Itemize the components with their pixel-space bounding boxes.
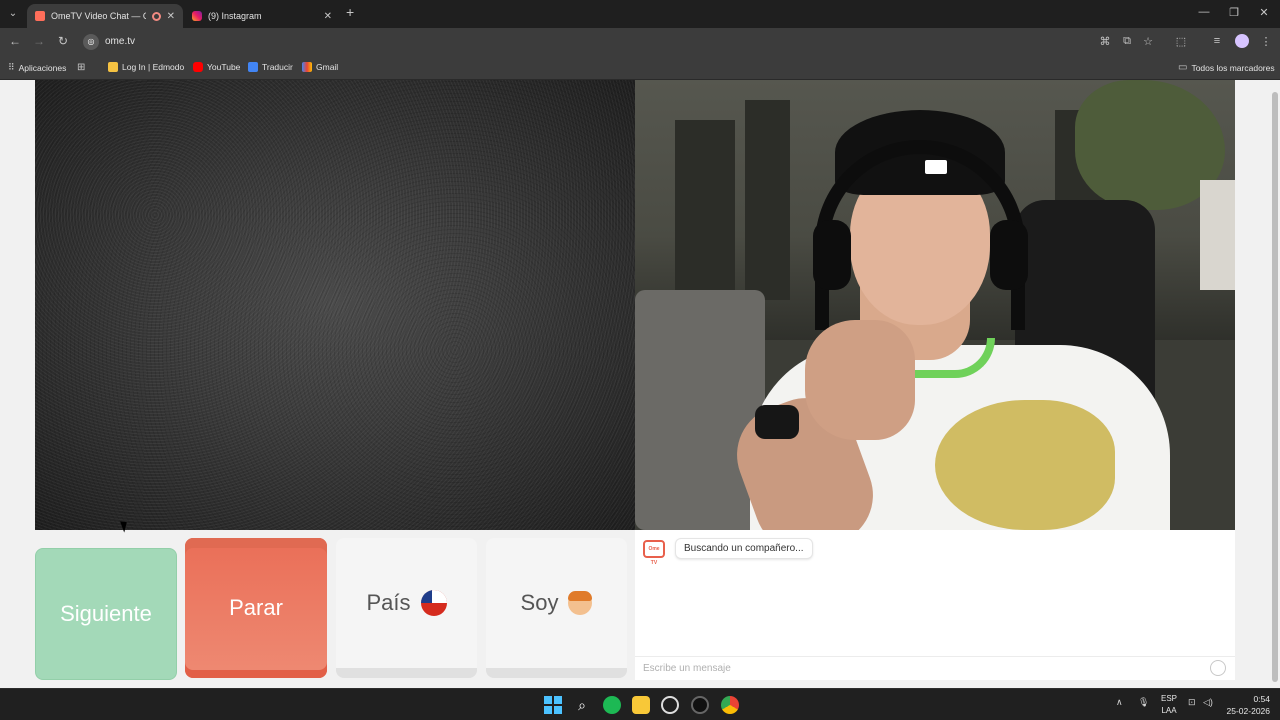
volume-icon[interactable]: ◁) [1203, 697, 1213, 708]
watch [755, 405, 799, 439]
translate-icon[interactable]: ⌘ [1097, 35, 1113, 48]
emoji-icon[interactable] [1210, 660, 1226, 676]
tab-ometv[interactable]: OmeTV Video Chat — Ome ✕ [27, 4, 183, 28]
windows-taskbar: ⌕ ∧ 🎙 ESP LAA ⊡ ◁) 0:54 25-02-2026 [0, 688, 1280, 720]
next-button[interactable]: Siguiente [35, 548, 177, 680]
bookmark-star-icon[interactable]: ☆ [1140, 35, 1156, 48]
bookmark-label: YouTube [207, 62, 241, 72]
language-layout: LAA [1161, 706, 1177, 715]
bookmark-label: Aplicaciones [18, 62, 67, 73]
stop-button[interactable]: Parar [185, 538, 327, 678]
search-icon[interactable]: ⌕ [573, 696, 591, 714]
bookmark-gmail[interactable]: Gmail [302, 62, 338, 72]
clock-date: 25-02-2026 [1226, 706, 1270, 716]
language-code: ESP [1160, 694, 1177, 703]
hand [805, 320, 915, 440]
bookmark-label: Log In | Edmodo [122, 62, 185, 72]
country-button[interactable]: País [336, 538, 477, 678]
message-input[interactable] [635, 656, 1235, 680]
bookmark-edmodo[interactable]: Log In | Edmodo [108, 62, 184, 72]
gmail-icon [302, 62, 312, 72]
network-icon[interactable]: ⊡ [1188, 697, 1196, 708]
bookmark-youtube[interactable]: YouTube [193, 62, 240, 72]
partner-video [35, 80, 635, 530]
media-control-icon[interactable]: ≡ [1209, 35, 1225, 47]
recording-icon [151, 11, 161, 21]
folder-icon: ▭ [1178, 62, 1188, 73]
reload-icon[interactable]: ↻ [54, 34, 72, 48]
tab-title: OmeTV Video Chat — Ome [51, 11, 146, 21]
system-clock[interactable]: 0:54 25-02-2026 [1222, 693, 1270, 717]
address-bar[interactable]: ◎ ome.tv [80, 31, 1092, 53]
window-close-icon[interactable]: ✕ [1252, 6, 1276, 19]
next-label: Siguiente [60, 601, 152, 626]
gender-button[interactable]: Soy [486, 538, 627, 678]
sofa [635, 290, 765, 530]
translate-icon [248, 62, 258, 72]
browser-toolbar: ← → ↻ ◎ ome.tv ⌘ ⧉ ☆ ⬚ ≡ ⋮ [0, 28, 1280, 56]
chatgpt-icon[interactable] [661, 696, 679, 714]
profile-avatar[interactable] [1235, 34, 1249, 48]
ometv-logo: Ome TV [643, 540, 665, 566]
scroll-thumb[interactable] [1272, 92, 1278, 682]
close-tab-icon[interactable]: ✕ [324, 11, 332, 22]
country-label: País [366, 590, 411, 615]
stop-label: Parar [229, 595, 283, 620]
apps-grid-icon: ⠿ [8, 62, 15, 72]
bookmark-label: Gmail [316, 62, 339, 72]
back-icon[interactable]: ← [6, 34, 24, 48]
site-info-icon[interactable]: ◎ [83, 34, 99, 50]
obs-icon[interactable] [691, 696, 709, 714]
chile-flag-icon [420, 590, 447, 616]
bookmark-apps[interactable]: ⠿ Aplicaciones [8, 62, 66, 73]
edmodo-icon [108, 62, 118, 72]
microphone-icon[interactable]: 🎙 [1138, 697, 1149, 708]
chat-panel: Ome TV Buscando un compañero... [635, 530, 1235, 680]
extensions-icon[interactable]: ⬚ [1173, 35, 1189, 48]
all-bookmarks[interactable]: ▭ Todos los marcadores [1178, 62, 1275, 73]
spotify-icon[interactable] [603, 696, 621, 714]
gender-label: Soy [520, 590, 559, 615]
tab-search-icon[interactable]: ⌄ [4, 5, 22, 23]
chrome-icon[interactable] [721, 696, 739, 714]
new-tab-icon[interactable]: + [346, 4, 354, 20]
self-video [635, 80, 1235, 530]
close-tab-icon[interactable]: ✕ [167, 11, 175, 22]
minimize-icon[interactable]: — [1192, 6, 1216, 18]
show-hidden-icons-icon[interactable]: ∧ [1116, 697, 1123, 708]
instagram-favicon-icon [192, 11, 202, 21]
page-scrollbar[interactable] [1270, 80, 1280, 688]
bookmarks-bar: ⠿ Aplicaciones ⊞ Log In | Edmodo YouTube… [0, 56, 1280, 80]
file-explorer-icon[interactable] [632, 696, 650, 714]
bookmark-label: Traducir [262, 62, 293, 72]
tab-instagram[interactable]: (9) Instagram ✕ [184, 4, 340, 28]
bookmark-traducir[interactable]: Traducir [248, 62, 293, 72]
youtube-icon [193, 62, 203, 72]
language-indicator[interactable]: ESP LAA [1158, 693, 1180, 717]
clock-time: 0:54 [1253, 694, 1270, 704]
status-message: Buscando un compañero... [675, 538, 813, 559]
boy-emoji-icon [568, 591, 593, 615]
tab-strip: ⌄ OmeTV Video Chat — Ome ✕ (9) Instagram… [0, 0, 1280, 28]
all-bookmarks-label: Todos los marcadores [1191, 62, 1275, 73]
install-app-icon[interactable]: ⧉ [1119, 35, 1135, 48]
url-text: ome.tv [105, 36, 136, 47]
tab-grid-icon[interactable]: ⊞ [77, 62, 85, 73]
ometv-page: Siguiente Parar País Soy Ome TV Buscando… [0, 80, 1280, 688]
ometv-favicon-icon [35, 11, 45, 21]
menu-icon[interactable]: ⋮ [1258, 35, 1274, 48]
windows-start-icon[interactable] [544, 696, 562, 714]
forward-icon[interactable]: → [30, 34, 48, 48]
tab-title: (9) Instagram [208, 11, 262, 21]
restore-icon[interactable]: ❐ [1222, 6, 1246, 19]
